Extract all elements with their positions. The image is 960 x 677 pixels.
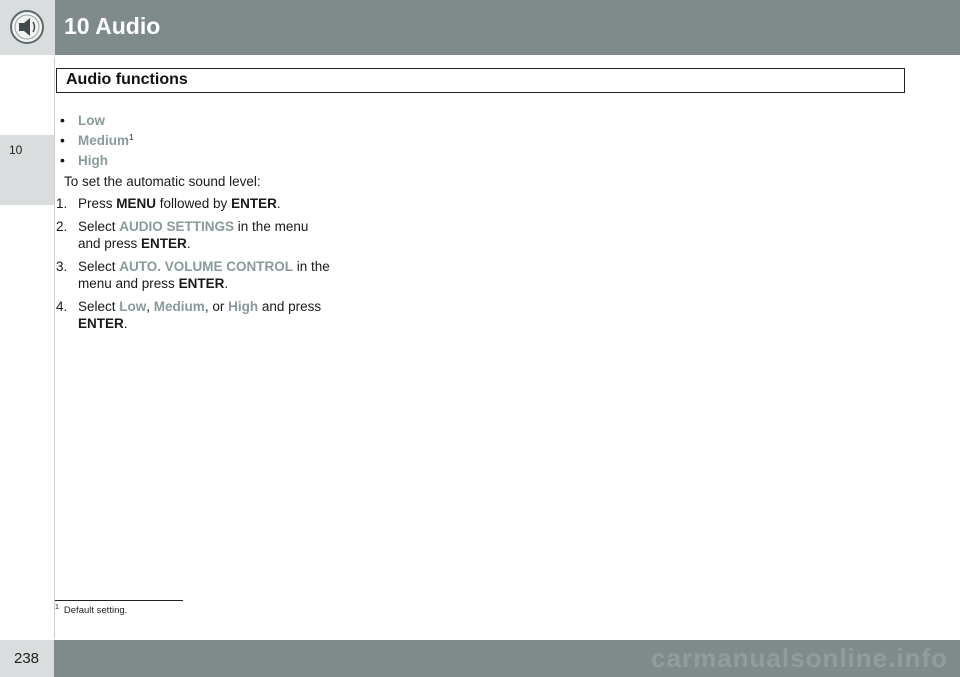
bullet-icon: • — [60, 112, 65, 128]
chapter-icon-box — [0, 0, 55, 55]
level-medium: Medium — [78, 133, 130, 148]
list-item: • High — [60, 152, 334, 172]
watermark: carmanualsonline.info — [651, 643, 948, 673]
margin-divider — [54, 58, 55, 638]
list-item: • Low — [60, 112, 334, 132]
step-number: 1. — [56, 196, 68, 211]
step-3: 3. Select AUTO. VOLUME CONTROL in the men… — [56, 259, 330, 291]
page-number: 238 — [14, 650, 40, 667]
step-4: 4. Select Low, Medium, or High and press … — [56, 299, 322, 331]
list-item: • Medium1 — [60, 132, 334, 152]
instruction-steps: 1. Press MENU followed by ENTER. 2. Select… — [56, 195, 334, 332]
body-content: • Low • Medium1 • High To set the automatic… — [56, 112, 334, 338]
instructions-intro: To set the automatic sound level: — [64, 174, 261, 189]
page-number-box: 238 — [0, 640, 54, 677]
level-high: High — [78, 153, 108, 168]
footnote-divider — [55, 600, 183, 601]
bullet-icon: • — [60, 132, 65, 148]
step-1: 1. Press MENU followed by ENTER. — [56, 196, 281, 211]
section-title-box: Audio functions — [56, 68, 905, 93]
chapter-title: 10 Audio — [64, 13, 161, 39]
bullet-icon: • — [60, 152, 65, 168]
footnote-marker: 1 — [129, 133, 134, 142]
footnote-text: Default setting. — [63, 605, 128, 616]
footnote-number: 1 — [55, 604, 59, 611]
level-list: • Low • Medium1 • High — [60, 112, 334, 172]
step-2: 2. Select AUDIO SETTINGS in the menu and … — [56, 219, 309, 251]
speaker-icon — [10, 10, 44, 44]
level-low: Low — [78, 113, 105, 128]
step-number: 4. — [56, 299, 68, 314]
chapter-tab-label: 10 — [9, 143, 23, 157]
step-number: 2. — [56, 219, 68, 234]
section-title: Audio functions — [66, 71, 188, 88]
step-number: 3. — [56, 259, 68, 274]
footnote: 1 Default setting. — [55, 604, 128, 616]
chapter-side-tab: 10 — [0, 135, 54, 205]
